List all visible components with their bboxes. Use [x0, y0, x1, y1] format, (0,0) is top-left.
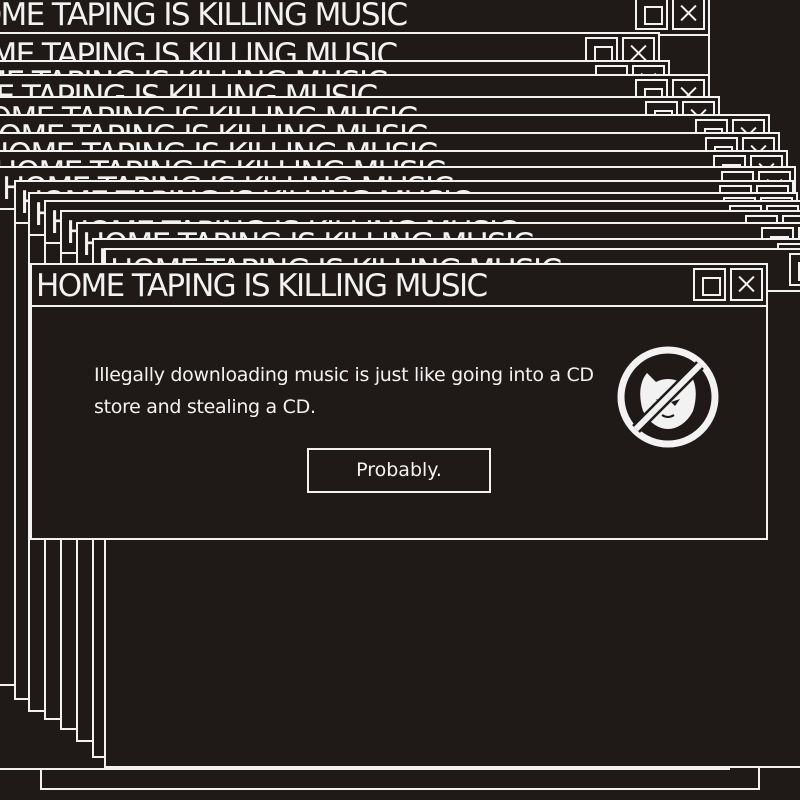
dialog-title: HOME TAPING IS KILLING MUSIC [36, 268, 488, 304]
echo-titlebar: HOME TAPING IS KILLING MUSIC [0, 0, 708, 36]
probably-button[interactable]: Probably. [307, 448, 491, 493]
alert-dialog: HOME TAPING IS KILLING MUSIC Illegally d… [30, 263, 768, 540]
echo-title: HOME TAPING IS KILLING MUSIC [0, 0, 408, 33]
dialog-titlebar[interactable]: HOME TAPING IS KILLING MUSIC [32, 265, 766, 307]
maximize-icon[interactable] [693, 268, 726, 301]
crossed-out-cat-headphones-icon [617, 346, 719, 448]
maximize-icon [789, 253, 800, 286]
close-icon[interactable] [730, 268, 763, 301]
desktop: HOME TAPING IS KILLING MUSICHOME TAPING … [0, 0, 800, 800]
dialog-message: Illegally downloading music is just like… [94, 364, 594, 418]
close-icon [672, 0, 705, 30]
maximize-icon [635, 0, 668, 30]
